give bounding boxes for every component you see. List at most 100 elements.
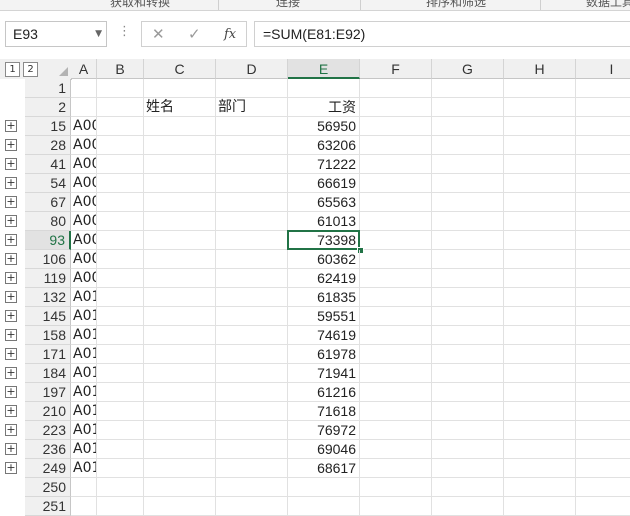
expand-group-plus-icon[interactable]: + — [5, 386, 17, 398]
cell-f223[interactable] — [360, 421, 432, 440]
row-header-54[interactable]: 54 — [25, 174, 71, 193]
row-header-223[interactable]: 223 — [25, 421, 71, 440]
cell-d249[interactable] — [216, 459, 288, 478]
column-header-g[interactable]: G — [432, 59, 504, 79]
cell-e171[interactable]: 61978 — [288, 345, 360, 364]
expand-group-plus-icon[interactable]: + — [5, 405, 17, 417]
cell-a80[interactable]: A006 — [71, 212, 97, 231]
expand-group-plus-icon[interactable]: + — [5, 462, 17, 474]
expand-group-plus-icon[interactable]: + — [5, 177, 17, 189]
expand-group-plus-icon[interactable]: + — [5, 120, 17, 132]
cell-h28[interactable] — [504, 136, 576, 155]
cell-h80[interactable] — [504, 212, 576, 231]
cell-b223[interactable] — [97, 421, 144, 440]
row-header-41[interactable]: 41 — [25, 155, 71, 174]
cell-i158[interactable] — [576, 326, 630, 345]
row-header-119[interactable]: 119 — [25, 269, 71, 288]
cell-f119[interactable] — [360, 269, 432, 288]
expand-group-plus-icon[interactable]: + — [5, 443, 17, 455]
cell-g184[interactable] — [432, 364, 504, 383]
cell-g197[interactable] — [432, 383, 504, 402]
cell-e54[interactable]: 66619 — [288, 174, 360, 193]
cell-a54[interactable]: A004 — [71, 174, 97, 193]
cell-d41[interactable] — [216, 155, 288, 174]
outline-level-2-button[interactable]: 2 — [23, 62, 38, 77]
cell-g223[interactable] — [432, 421, 504, 440]
cell-f54[interactable] — [360, 174, 432, 193]
cell-f197[interactable] — [360, 383, 432, 402]
cell-c158[interactable] — [144, 326, 216, 345]
cell-b171[interactable] — [97, 345, 144, 364]
cell-b2[interactable] — [97, 98, 144, 117]
row-header-158[interactable]: 158 — [25, 326, 71, 345]
cell-f106[interactable] — [360, 250, 432, 269]
expand-group-plus-icon[interactable]: + — [5, 291, 17, 303]
cell-i28[interactable] — [576, 136, 630, 155]
cell-c15[interactable] — [144, 117, 216, 136]
cell-i106[interactable] — [576, 250, 630, 269]
cell-f251[interactable] — [360, 497, 432, 516]
cell-e132[interactable]: 61835 — [288, 288, 360, 307]
cell-a93[interactable]: A007 — [71, 231, 97, 250]
cell-f236[interactable] — [360, 440, 432, 459]
cell-h249[interactable] — [504, 459, 576, 478]
cell-a223[interactable]: A017 — [71, 421, 97, 440]
cell-h250[interactable] — [504, 478, 576, 497]
row-header-93[interactable]: 93 — [25, 231, 71, 250]
cell-i210[interactable] — [576, 402, 630, 421]
row-header-236[interactable]: 236 — [25, 440, 71, 459]
cell-i249[interactable] — [576, 459, 630, 478]
cell-g80[interactable] — [432, 212, 504, 231]
column-header-h[interactable]: H — [504, 59, 576, 79]
cell-g67[interactable] — [432, 193, 504, 212]
cell-a28[interactable]: A002 — [71, 136, 97, 155]
row-header-210[interactable]: 210 — [25, 402, 71, 421]
cell-b106[interactable] — [97, 250, 144, 269]
column-header-c[interactable]: C — [144, 59, 216, 79]
row-header-2[interactable]: 2 — [25, 98, 71, 117]
outline-level-1-button[interactable]: 1 — [5, 62, 20, 77]
cell-e145[interactable]: 59551 — [288, 307, 360, 326]
cell-e223[interactable]: 76972 — [288, 421, 360, 440]
expand-group-plus-icon[interactable]: + — [5, 234, 17, 246]
expand-group-plus-icon[interactable]: + — [5, 367, 17, 379]
cell-d93[interactable] — [216, 231, 288, 250]
cell-e106[interactable]: 60362 — [288, 250, 360, 269]
cell-g2[interactable] — [432, 98, 504, 117]
cell-h93[interactable] — [504, 231, 576, 250]
cell-f2[interactable] — [360, 98, 432, 117]
cell-a119[interactable]: A009 — [71, 269, 97, 288]
cell-i197[interactable] — [576, 383, 630, 402]
cell-a197[interactable]: A015 — [71, 383, 97, 402]
row-header-28[interactable]: 28 — [25, 136, 71, 155]
cell-e67[interactable]: 65563 — [288, 193, 360, 212]
cell-d171[interactable] — [216, 345, 288, 364]
cell-h15[interactable] — [504, 117, 576, 136]
cell-i1[interactable] — [576, 79, 630, 98]
cell-e249[interactable]: 68617 — [288, 459, 360, 478]
row-header-197[interactable]: 197 — [25, 383, 71, 402]
cell-g171[interactable] — [432, 345, 504, 364]
cell-a184[interactable]: A014 — [71, 364, 97, 383]
more-options-icon[interactable]: ⋮ — [118, 24, 131, 39]
cell-a210[interactable]: A016 — [71, 402, 97, 421]
cell-b210[interactable] — [97, 402, 144, 421]
cell-d223[interactable] — [216, 421, 288, 440]
cell-c93[interactable] — [144, 231, 216, 250]
cell-e1[interactable] — [288, 79, 360, 98]
cell-i54[interactable] — [576, 174, 630, 193]
row-header-132[interactable]: 132 — [25, 288, 71, 307]
cell-a1[interactable] — [71, 79, 97, 98]
cell-f158[interactable] — [360, 326, 432, 345]
cell-h210[interactable] — [504, 402, 576, 421]
cell-d106[interactable] — [216, 250, 288, 269]
cell-h145[interactable] — [504, 307, 576, 326]
column-header-i[interactable]: I — [576, 59, 630, 79]
cell-f210[interactable] — [360, 402, 432, 421]
column-header-b[interactable]: B — [97, 59, 144, 79]
row-header-184[interactable]: 184 — [25, 364, 71, 383]
cell-b15[interactable] — [97, 117, 144, 136]
cell-e119[interactable]: 62419 — [288, 269, 360, 288]
cell-c41[interactable] — [144, 155, 216, 174]
cell-c28[interactable] — [144, 136, 216, 155]
